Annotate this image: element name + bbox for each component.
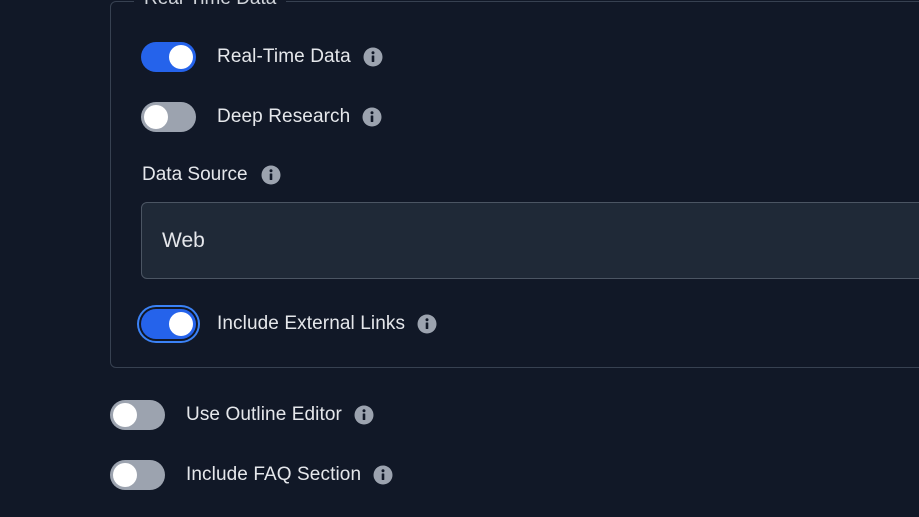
- deep-research-label: Deep Research: [217, 106, 351, 127]
- use-outline-editor-toggle[interactable]: [110, 400, 165, 430]
- toggle-knob: [113, 403, 137, 427]
- info-icon[interactable]: [354, 405, 374, 425]
- toggle-knob: [169, 312, 193, 336]
- data-source-select[interactable]: Web: [141, 202, 919, 279]
- info-icon[interactable]: [261, 165, 281, 185]
- real-time-data-row: Real-Time Data: [141, 41, 383, 73]
- include-faq-section-toggle[interactable]: [110, 460, 165, 490]
- real-time-data-toggle[interactable]: [141, 42, 196, 72]
- deep-research-toggle[interactable]: [141, 102, 196, 132]
- toggle-knob: [144, 105, 168, 129]
- include-faq-section-label: Include FAQ Section: [186, 464, 362, 485]
- include-external-links-toggle[interactable]: [141, 309, 196, 339]
- settings-panel: Real-Time Data Real-Time Data Deep Resea…: [0, 0, 919, 517]
- data-source-value: Web: [162, 228, 205, 252]
- data-source-label: Data Source: [142, 164, 248, 185]
- real-time-data-label: Real-Time Data: [217, 46, 351, 67]
- info-icon[interactable]: [417, 314, 437, 334]
- info-icon[interactable]: [363, 47, 383, 67]
- include-external-links-label: Include External Links: [217, 313, 406, 334]
- deep-research-row: Deep Research: [141, 101, 382, 133]
- info-icon[interactable]: [373, 465, 393, 485]
- fieldset-legend: Real-Time Data: [134, 0, 287, 9]
- use-outline-editor-row: Use Outline Editor: [110, 399, 374, 431]
- info-icon[interactable]: [362, 107, 382, 127]
- include-external-links-row: Include External Links: [141, 308, 437, 340]
- toggle-knob: [169, 45, 193, 69]
- use-outline-editor-label: Use Outline Editor: [186, 404, 342, 425]
- data-source-label-row: Data Source: [142, 164, 281, 186]
- toggle-knob: [113, 463, 137, 487]
- include-faq-section-row: Include FAQ Section: [110, 459, 393, 491]
